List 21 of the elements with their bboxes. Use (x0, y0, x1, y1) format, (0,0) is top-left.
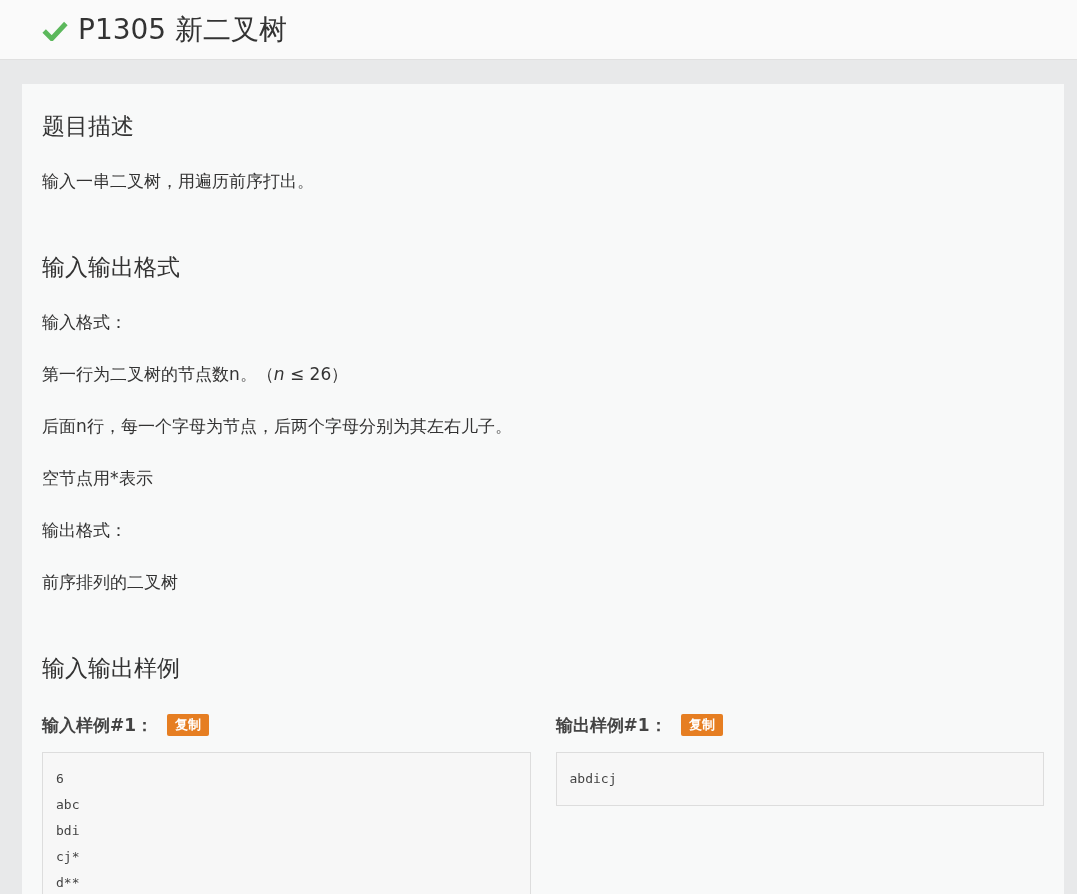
paragraph: 输出格式： (42, 519, 128, 542)
section-heading: 输入输出样例 (42, 654, 181, 683)
problem-title: P1305 新二叉树 (78, 11, 288, 48)
code-line: abc (56, 796, 81, 814)
section-heading: 题目描述 (42, 112, 135, 141)
paragraph: 输入一串二叉树，用遍历前序打出。 (42, 170, 315, 193)
copy-button[interactable]: 复制 (680, 714, 723, 736)
section-heading: 输入输出格式 (42, 253, 181, 282)
code-line: d** (56, 874, 81, 892)
paragraph: 输入格式： (42, 311, 128, 334)
code-line: cj* (56, 848, 81, 866)
sample-label: 输出样例#1： (555, 713, 667, 737)
code-line: bdi (56, 822, 81, 840)
paragraph: 空节点用*表示 (42, 467, 154, 490)
paragraph: 前序排列的二叉树 (42, 571, 179, 594)
paragraph: 后面n行，每一个字母为节点，后两个字母分别为其左右儿子。 (42, 415, 513, 438)
sample-label: 输入样例#1： (42, 713, 154, 737)
copy-button[interactable]: 复制 (167, 714, 210, 736)
code-line: 6 (56, 770, 65, 788)
paragraph: 第一行为二叉树的节点数n。（n ≤ 26） (42, 363, 350, 386)
code-line: abdicj (569, 770, 618, 788)
